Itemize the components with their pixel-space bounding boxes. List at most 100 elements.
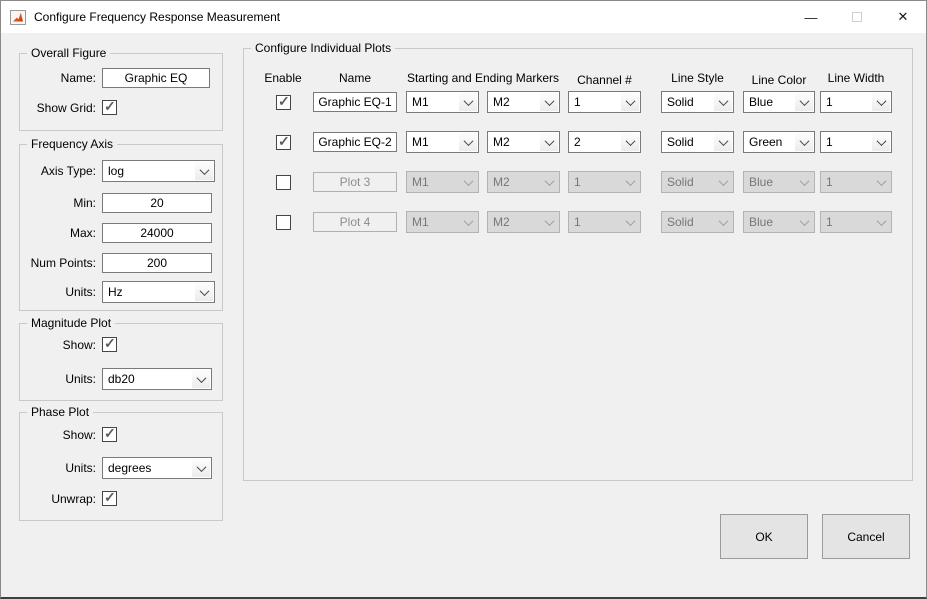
plot-name-field: Plot 4 (313, 212, 397, 232)
phase-units-select[interactable]: degrees (102, 457, 212, 479)
plot-name-field[interactable]: Graphic EQ-1 (313, 92, 397, 112)
num-points-label: Num Points: (24, 256, 102, 270)
show-grid-checkbox[interactable] (102, 100, 117, 115)
chevron-down-icon (459, 133, 477, 151)
chevron-down-icon (540, 93, 558, 111)
unwrap-checkbox[interactable] (102, 491, 117, 506)
min-field[interactable]: 20 (102, 193, 212, 213)
chevron-down-icon (621, 173, 639, 191)
enable-checkbox[interactable] (276, 135, 291, 150)
column-header-line-width: Line Width (820, 71, 892, 85)
chevron-down-icon (714, 213, 732, 231)
chevron-down-icon (714, 93, 732, 111)
start-marker-select[interactable]: M1 (406, 91, 479, 113)
enable-checkbox[interactable] (276, 175, 291, 190)
column-header-name: Name (313, 71, 397, 85)
chevron-down-icon (872, 93, 890, 111)
plot-row-4: Plot 4 M1 M2 1 Solid Blue 1 (244, 211, 912, 235)
line-color-select[interactable]: Green (743, 131, 815, 153)
minimize-button[interactable]: — (788, 1, 834, 33)
magnitude-plot-group: Magnitude Plot Show: Units: db20 (19, 323, 223, 401)
line-width-select: 1 (820, 171, 892, 193)
frequency-axis-group: Frequency Axis Axis Type: log Min: 20 Ma… (19, 144, 223, 311)
ok-button[interactable]: OK (720, 514, 808, 559)
end-marker-select: M2 (487, 171, 560, 193)
chevron-down-icon (540, 213, 558, 231)
phase-plot-legend: Phase Plot (27, 405, 93, 419)
column-header-channel: Channel # (568, 73, 641, 87)
chevron-down-icon (795, 173, 813, 191)
maximize-icon (852, 12, 862, 22)
chevron-down-icon (714, 133, 732, 151)
magnitude-show-checkbox[interactable] (102, 337, 117, 352)
chevron-down-icon (621, 133, 639, 151)
line-color-select: Blue (743, 171, 815, 193)
enable-checkbox[interactable] (276, 95, 291, 110)
start-marker-select[interactable]: M1 (406, 131, 479, 153)
cancel-button[interactable]: Cancel (822, 514, 910, 559)
figure-name-field[interactable]: Graphic EQ (102, 68, 210, 88)
chevron-down-icon (459, 173, 477, 191)
end-marker-select[interactable]: M2 (487, 131, 560, 153)
unwrap-label: Unwrap: (24, 492, 102, 506)
enable-checkbox[interactable] (276, 215, 291, 230)
column-header-markers: Starting and Ending Markers (406, 71, 560, 85)
chevron-down-icon (621, 213, 639, 231)
chevron-down-icon (872, 173, 890, 191)
max-field[interactable]: 24000 (102, 223, 212, 243)
channel-select: 1 (568, 171, 641, 193)
end-marker-select: M2 (487, 211, 560, 233)
line-style-select[interactable]: Solid (661, 91, 734, 113)
channel-select[interactable]: 2 (568, 131, 641, 153)
plot-name-field[interactable]: Graphic EQ-2 (313, 132, 397, 152)
axis-type-select[interactable]: log (102, 160, 215, 182)
chevron-down-icon (795, 213, 813, 231)
chevron-down-icon (872, 133, 890, 151)
line-width-select[interactable]: 1 (820, 131, 892, 153)
phase-show-label: Show: (24, 428, 102, 442)
phase-plot-group: Phase Plot Show: Units: degrees Unwrap: (19, 412, 223, 521)
window-title: Configure Frequency Response Measurement (34, 10, 280, 24)
line-style-select: Solid (661, 171, 734, 193)
chevron-down-icon (459, 93, 477, 111)
line-color-select[interactable]: Blue (743, 91, 815, 113)
num-points-field[interactable]: 200 (102, 253, 212, 273)
magnitude-units-label: Units: (24, 372, 102, 386)
plot-row-3: Plot 3 M1 M2 1 Solid Blue 1 (244, 171, 912, 195)
freq-units-select[interactable]: Hz (102, 281, 215, 303)
max-label: Max: (24, 226, 102, 240)
frequency-axis-legend: Frequency Axis (27, 137, 117, 151)
chevron-down-icon (714, 173, 732, 191)
end-marker-select[interactable]: M2 (487, 91, 560, 113)
minimize-icon: — (805, 10, 818, 25)
individual-plots-group: Configure Individual Plots Enable Name S… (243, 48, 913, 481)
plot-name-field: Plot 3 (313, 172, 397, 192)
matlab-icon (10, 10, 26, 25)
chevron-down-icon (459, 213, 477, 231)
line-style-select: Solid (661, 211, 734, 233)
chevron-down-icon (795, 93, 813, 111)
individual-plots-legend: Configure Individual Plots (251, 41, 395, 55)
magnitude-units-select[interactable]: db20 (102, 368, 212, 390)
phase-show-checkbox[interactable] (102, 427, 117, 442)
overall-figure-group: Overall Figure Name: Graphic EQ Show Gri… (19, 53, 223, 131)
chevron-down-icon (621, 93, 639, 111)
maximize-button (834, 1, 880, 33)
close-icon: ✕ (898, 9, 909, 25)
line-color-select: Blue (743, 211, 815, 233)
axis-type-label: Axis Type: (24, 164, 102, 178)
plot-row-1: Graphic EQ-1 M1 M2 1 Solid Blue 1 (244, 91, 912, 115)
chevron-down-icon (540, 173, 558, 191)
channel-select: 1 (568, 211, 641, 233)
line-style-select[interactable]: Solid (661, 131, 734, 153)
start-marker-select: M1 (406, 171, 479, 193)
channel-select[interactable]: 1 (568, 91, 641, 113)
min-label: Min: (24, 196, 102, 210)
phase-units-label: Units: (24, 461, 102, 475)
close-button[interactable]: ✕ (880, 1, 926, 33)
magnitude-show-label: Show: (24, 338, 102, 352)
magnitude-plot-legend: Magnitude Plot (27, 316, 115, 330)
freq-units-label: Units: (24, 285, 102, 299)
chevron-down-icon (195, 162, 213, 180)
line-width-select[interactable]: 1 (820, 91, 892, 113)
